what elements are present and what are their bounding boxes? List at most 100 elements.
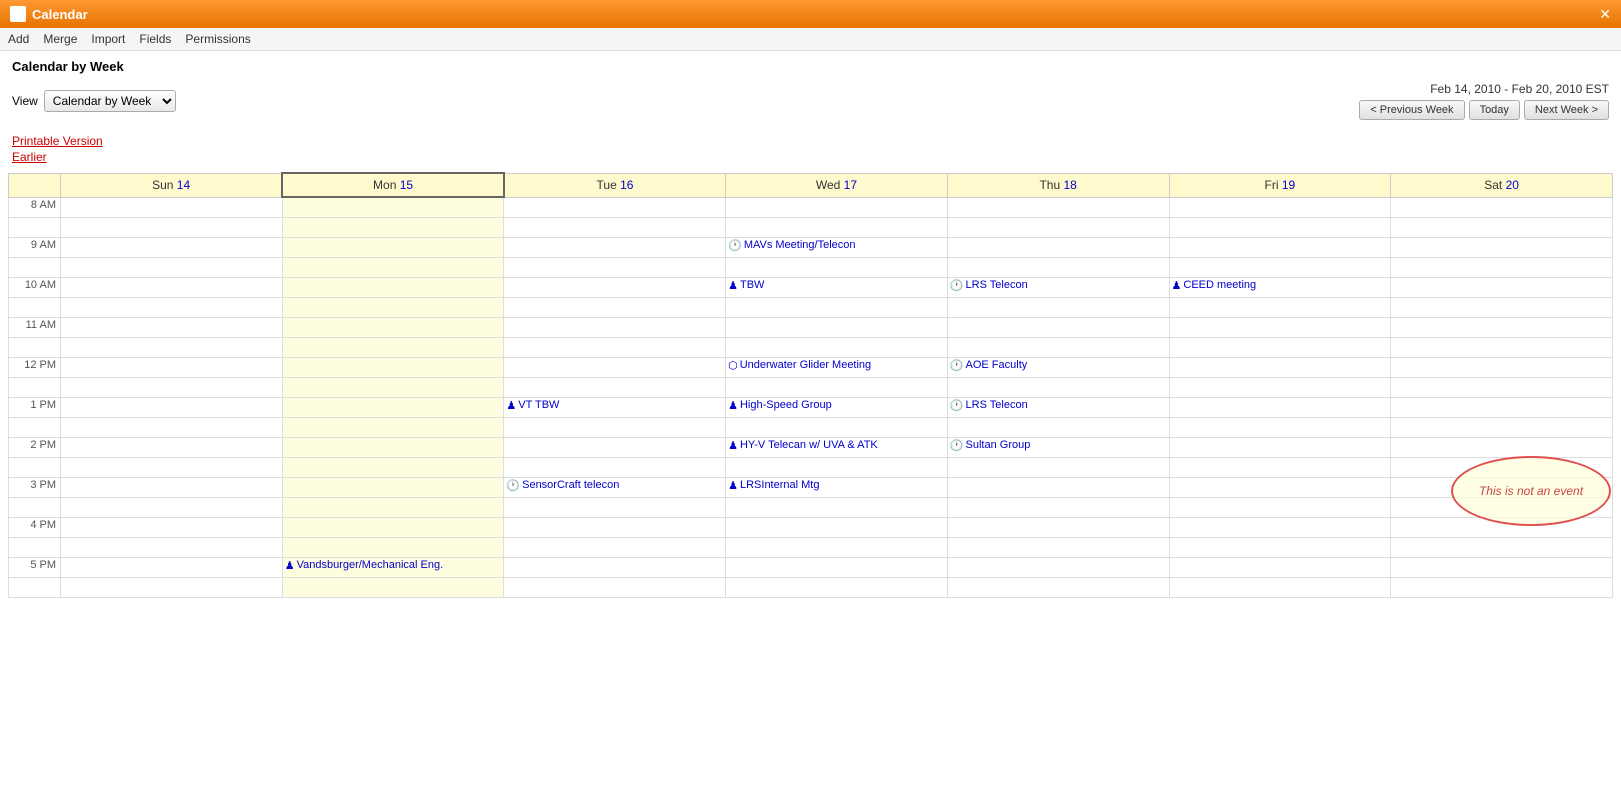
event-link[interactable]: ♟Vandsburger/Mechanical Eng. (285, 559, 502, 572)
calendar-cell[interactable] (504, 317, 726, 337)
event-link[interactable]: ♟HY-V Telecan w/ UVA & ATK (728, 439, 945, 452)
calendar-cell[interactable] (504, 437, 726, 457)
calendar-cell[interactable] (947, 457, 1169, 477)
calendar-cell[interactable] (61, 317, 283, 337)
calendar-cell[interactable] (726, 317, 948, 337)
calendar-cell[interactable] (282, 277, 504, 297)
calendar-cell[interactable] (61, 397, 283, 417)
calendar-cell[interactable] (61, 537, 283, 557)
calendar-cell[interactable]: 🕐SensorCraft telecon (504, 477, 726, 497)
calendar-cell[interactable] (1391, 517, 1613, 537)
calendar-cell[interactable] (947, 237, 1169, 257)
calendar-cell[interactable] (1391, 237, 1613, 257)
calendar-cell[interactable] (947, 217, 1169, 237)
thu-date-link[interactable]: 18 (1063, 178, 1076, 192)
calendar-cell[interactable]: ♟High-Speed Group (726, 397, 948, 417)
calendar-cell[interactable] (1169, 537, 1391, 557)
calendar-cell[interactable] (726, 537, 948, 557)
calendar-cell[interactable]: 🕐Sultan Group (947, 437, 1169, 457)
printable-version-link[interactable]: Printable Version (12, 134, 1609, 148)
prev-week-button[interactable]: < Previous Week (1359, 100, 1464, 120)
calendar-cell[interactable] (1391, 297, 1613, 317)
calendar-cell[interactable] (1169, 457, 1391, 477)
calendar-cell[interactable] (1391, 397, 1613, 417)
calendar-cell[interactable] (282, 417, 504, 437)
calendar-cell[interactable] (61, 477, 283, 497)
calendar-cell[interactable] (1169, 217, 1391, 237)
calendar-cell[interactable] (504, 497, 726, 517)
calendar-cell[interactable] (1391, 497, 1613, 517)
event-link[interactable]: ⬡Underwater Glider Meeting (728, 359, 945, 372)
calendar-cell[interactable] (282, 577, 504, 597)
calendar-cell[interactable]: ♟HY-V Telecan w/ UVA & ATK (726, 437, 948, 457)
calendar-cell[interactable] (1391, 217, 1613, 237)
calendar-cell[interactable] (726, 497, 948, 517)
event-link[interactable]: 🕐Sultan Group (950, 439, 1167, 452)
calendar-cell[interactable] (61, 497, 283, 517)
calendar-cell[interactable] (61, 517, 283, 537)
event-link[interactable]: ♟High-Speed Group (728, 399, 945, 412)
calendar-cell[interactable] (726, 377, 948, 397)
calendar-cell[interactable]: ♟LRSInternal Mtg (726, 477, 948, 497)
event-link[interactable]: 🕐LRS Telecon (950, 399, 1167, 412)
calendar-cell[interactable] (504, 517, 726, 537)
calendar-cell[interactable] (947, 257, 1169, 277)
calendar-cell[interactable] (1391, 537, 1613, 557)
calendar-cell[interactable] (282, 477, 504, 497)
calendar-cell[interactable]: 🕐MAVs Meeting/Telecon (726, 237, 948, 257)
calendar-cell[interactable] (282, 237, 504, 257)
calendar-cell[interactable]: ♟CEED meeting (1169, 277, 1391, 297)
calendar-cell[interactable] (282, 397, 504, 417)
event-link[interactable]: 🕐MAVs Meeting/Telecon (728, 239, 945, 252)
calendar-cell[interactable]: ♟Vandsburger/Mechanical Eng. (282, 557, 504, 577)
calendar-cell[interactable] (504, 237, 726, 257)
calendar-cell[interactable] (504, 197, 726, 217)
calendar-cell[interactable] (282, 437, 504, 457)
calendar-cell[interactable] (1391, 357, 1613, 377)
calendar-cell[interactable] (61, 377, 283, 397)
calendar-cell[interactable] (726, 197, 948, 217)
calendar-cell[interactable] (1391, 377, 1613, 397)
calendar-cell[interactable] (1391, 277, 1613, 297)
calendar-cell[interactable] (61, 577, 283, 597)
calendar-cell[interactable] (947, 477, 1169, 497)
calendar-cell[interactable] (726, 577, 948, 597)
event-link[interactable]: ♟LRSInternal Mtg (728, 479, 945, 492)
calendar-cell[interactable] (947, 377, 1169, 397)
calendar-cell[interactable] (61, 557, 283, 577)
calendar-cell[interactable]: 🕐AOE Faculty (947, 357, 1169, 377)
calendar-cell[interactable] (947, 317, 1169, 337)
calendar-cell[interactable] (947, 517, 1169, 537)
view-select[interactable]: Calendar by Week Calendar by Day Calenda… (44, 90, 176, 112)
calendar-cell[interactable] (1391, 437, 1613, 457)
calendar-cell[interactable] (504, 577, 726, 597)
calendar-cell[interactable]: ♟TBW (726, 277, 948, 297)
calendar-cell[interactable] (1169, 257, 1391, 277)
calendar-cell[interactable] (1169, 337, 1391, 357)
calendar-cell[interactable]: ⬡Underwater Glider Meeting (726, 357, 948, 377)
calendar-cell[interactable] (726, 217, 948, 237)
calendar-cell[interactable] (726, 517, 948, 537)
calendar-cell[interactable] (947, 557, 1169, 577)
calendar-cell[interactable] (947, 577, 1169, 597)
calendar-cell[interactable] (504, 297, 726, 317)
menu-merge[interactable]: Merge (43, 32, 77, 46)
calendar-cell[interactable] (947, 197, 1169, 217)
calendar-cell[interactable] (282, 297, 504, 317)
calendar-cell[interactable] (1391, 197, 1613, 217)
calendar-cell[interactable] (1169, 377, 1391, 397)
calendar-cell[interactable] (282, 197, 504, 217)
calendar-cell[interactable] (282, 377, 504, 397)
calendar-cell[interactable] (1391, 577, 1613, 597)
menu-permissions[interactable]: Permissions (185, 32, 250, 46)
wed-date-link[interactable]: 17 (844, 178, 857, 192)
event-link[interactable]: ♟VT TBW (506, 399, 723, 412)
calendar-cell[interactable] (1169, 477, 1391, 497)
calendar-cell[interactable] (1169, 577, 1391, 597)
calendar-cell[interactable] (61, 257, 283, 277)
calendar-cell[interactable] (504, 377, 726, 397)
calendar-cell[interactable] (504, 257, 726, 277)
calendar-cell[interactable] (504, 277, 726, 297)
event-link[interactable]: 🕐AOE Faculty (950, 359, 1167, 372)
calendar-cell[interactable] (947, 297, 1169, 317)
